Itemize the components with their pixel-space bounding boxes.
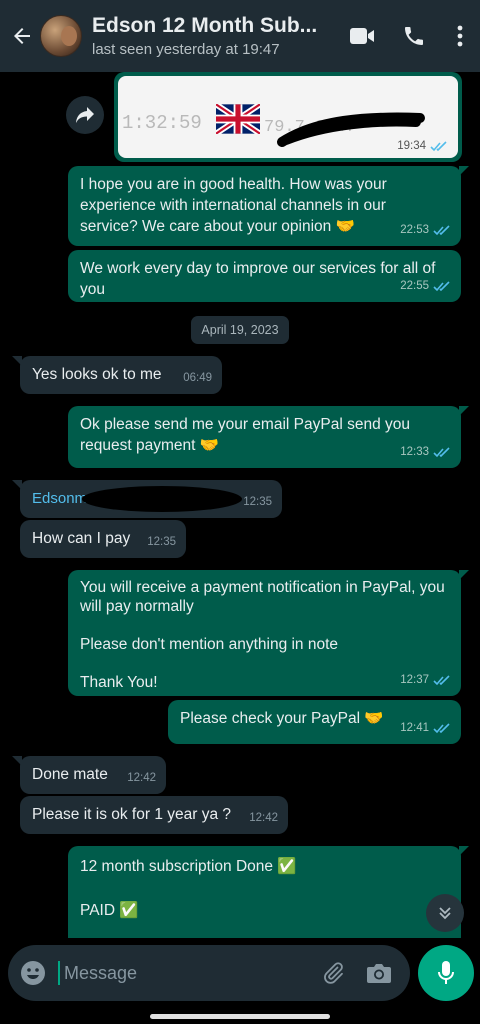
message-time: 12:42 — [127, 772, 156, 784]
read-ticks-icon — [433, 675, 450, 686]
incoming-message[interactable]: Yes looks ok to me 06:49 — [12, 356, 222, 394]
forward-button[interactable] — [66, 96, 104, 134]
message-text: I hope you are in good health. How was y… — [80, 176, 387, 235]
outgoing-message[interactable]: We work every day to improve our service… — [68, 250, 461, 302]
back-button[interactable] — [4, 0, 40, 72]
camera-icon — [367, 964, 391, 983]
bubble-tail — [12, 356, 22, 366]
date-divider: April 19, 2023 — [191, 316, 289, 344]
message-time: 12:37 — [400, 670, 451, 691]
message-time: 22:53 — [400, 220, 451, 241]
contact-info[interactable]: Edson 12 Month Sub... last seen yesterda… — [92, 14, 336, 58]
read-ticks-icon — [430, 140, 447, 151]
read-ticks-icon — [433, 447, 450, 458]
bubble-tail — [459, 166, 469, 176]
screenshot-image: 1:32:59 79.7 3.47 19:34 — [118, 76, 458, 158]
microphone-icon — [438, 961, 454, 984]
outgoing-message[interactable]: Please check your PayPal 🤝 12:41 — [168, 700, 461, 744]
more-options-button[interactable] — [440, 0, 480, 72]
image-message[interactable]: 1:32:59 79.7 3.47 19:34 — [114, 72, 462, 162]
voice-call-button[interactable] — [388, 0, 440, 72]
incoming-message[interactable]: Edsonm 12:35 — [12, 480, 282, 518]
read-ticks-icon — [433, 225, 450, 236]
message-text: You will receive a payment notification … — [80, 579, 445, 691]
message-time: 19:34 — [397, 140, 448, 152]
video-call-button[interactable] — [336, 0, 388, 72]
outgoing-message[interactable]: Ok please send me your email PayPal send… — [68, 406, 469, 468]
message-time: 06:49 — [183, 372, 212, 384]
message-list[interactable]: 1:32:59 79.7 3.47 19:34 I hope you are i… — [0, 72, 480, 938]
chat-header: Edson 12 Month Sub... last seen yesterda… — [0, 0, 480, 72]
text-caret — [58, 961, 60, 985]
paperclip-icon — [324, 962, 343, 984]
outgoing-message[interactable]: I hope you are in good health. How was y… — [68, 166, 469, 246]
message-time: 12:35 — [147, 536, 176, 548]
message-time: 12:41 — [400, 718, 451, 739]
incoming-message[interactable]: Done mate 12:42 — [12, 756, 166, 794]
bubble-tail — [459, 846, 469, 856]
home-indicator — [150, 1014, 330, 1019]
message-text: We work every day to improve our service… — [80, 260, 436, 298]
incoming-message[interactable]: Please it is ok for 1 year ya ? 12:42 — [20, 796, 288, 834]
composer-bar — [0, 938, 480, 1024]
outgoing-message[interactable]: 12 month subscription Done ✅ PAID ✅ — [68, 846, 469, 938]
message-text: 12 month subscription Done ✅ PAID ✅ — [80, 858, 297, 919]
bubble-tail — [12, 480, 22, 490]
forward-icon — [76, 107, 94, 123]
outgoing-message[interactable]: You will receive a payment notification … — [68, 570, 469, 696]
bubble-tail — [459, 570, 469, 580]
last-seen-status: last seen yesterday at 19:47 — [92, 41, 280, 58]
uk-flag-icon — [216, 104, 260, 134]
emoji-icon — [21, 961, 45, 985]
image-text-left: 1:32:59 — [122, 112, 202, 134]
message-input-container — [8, 945, 410, 1001]
camera-button[interactable] — [356, 945, 402, 1001]
read-ticks-icon — [433, 723, 450, 734]
emoji-button[interactable] — [8, 945, 58, 1001]
message-time: 12:35 — [243, 496, 272, 508]
double-chevron-down-icon — [439, 907, 451, 920]
bubble-tail — [12, 756, 22, 766]
message-text: Please it is ok for 1 year ya ? — [32, 806, 232, 823]
redaction-mark — [82, 486, 242, 512]
phone-icon — [405, 27, 423, 45]
voice-message-button[interactable] — [418, 945, 474, 1001]
message-time: 12:33 — [400, 442, 451, 463]
back-arrow-icon — [14, 28, 30, 44]
avatar[interactable] — [40, 15, 82, 57]
bubble-tail — [459, 406, 469, 416]
read-ticks-icon — [433, 281, 450, 292]
more-vert-icon — [457, 25, 463, 47]
video-call-icon — [350, 28, 374, 44]
message-text: Ok please send me your email PayPal send… — [80, 416, 410, 454]
incoming-message[interactable]: How can I pay 12:35 — [20, 520, 186, 558]
message-input[interactable] — [64, 962, 310, 984]
scroll-to-bottom-button[interactable] — [426, 894, 464, 932]
attach-button[interactable] — [310, 945, 356, 1001]
contact-name: Edson 12 Month Sub... — [92, 14, 318, 37]
message-time: 22:55 — [400, 276, 451, 297]
message-time: 12:42 — [249, 812, 278, 824]
